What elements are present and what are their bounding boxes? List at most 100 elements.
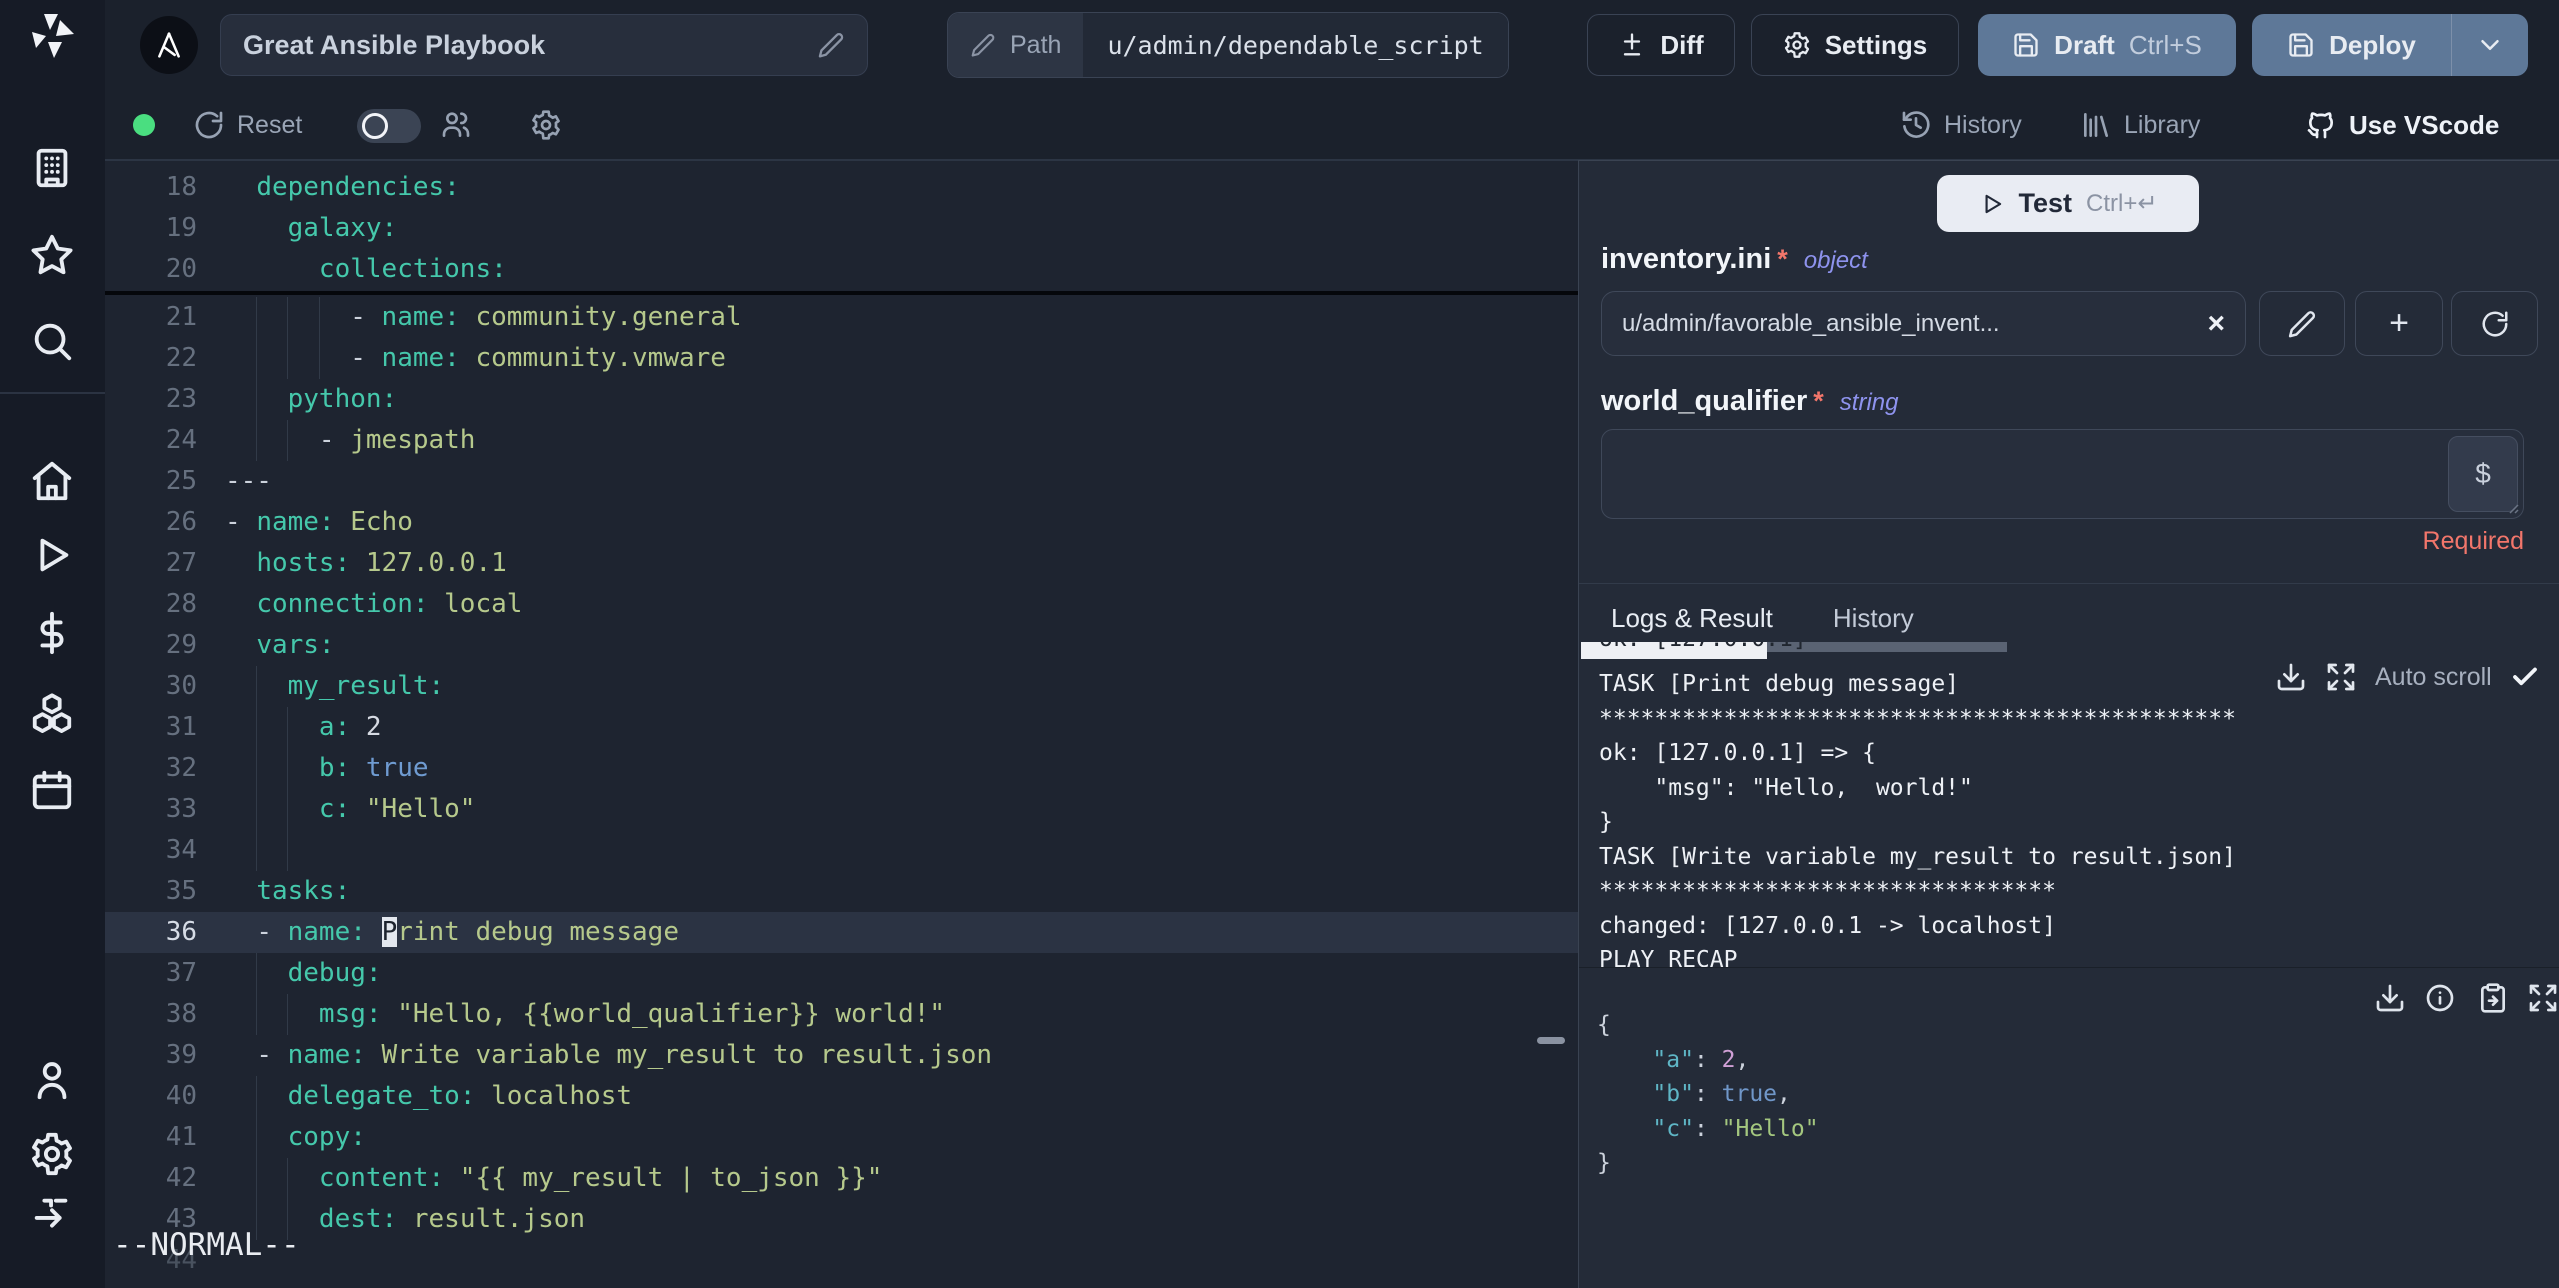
line-number: 28 <box>165 589 197 619</box>
code-line[interactable]: 40 delegate_to: localhost <box>105 1076 1578 1117</box>
sidebar-item-logout[interactable] <box>29 1193 75 1239</box>
code-line[interactable]: 28 connection: local <box>105 584 1578 625</box>
code-line[interactable]: 19 galaxy: <box>105 208 1578 249</box>
download-icon[interactable] <box>2374 982 2406 1014</box>
sidebar-item-resources[interactable] <box>29 690 75 736</box>
sidebar-item-home[interactable] <box>29 458 75 504</box>
draft-shortcut: Ctrl+S <box>2128 29 2202 60</box>
script-title-box[interactable]: Great Ansible Playbook <box>220 14 868 76</box>
sidebar-item-runs[interactable] <box>29 532 75 578</box>
github-icon <box>2307 112 2333 139</box>
line-number: 40 <box>165 1081 197 1111</box>
log-line: } <box>1599 809 1613 835</box>
path-label: Path <box>1010 30 1062 59</box>
path-badge[interactable]: Path u/admin/dependable_script <box>947 12 1509 78</box>
expand-icon[interactable] <box>2325 661 2357 693</box>
history-button[interactable]: History <box>1900 90 2022 160</box>
edit-path-icon[interactable] <box>970 32 996 58</box>
code-line[interactable]: 36 - name: Print debug message <box>105 912 1578 953</box>
cubes-icon <box>32 693 72 733</box>
editor-toolbar: Reset History Library Use VScode <box>105 90 2559 160</box>
diff-button[interactable]: Diff <box>1587 14 1735 76</box>
tab-logs-result[interactable]: Logs & Result <box>1611 595 1773 641</box>
reset-button[interactable]: Reset <box>193 90 302 160</box>
code-line[interactable]: 42 content: "{{ my_result | to_json }}" <box>105 1158 1578 1199</box>
result-json-line: "a": 2, <box>1652 1046 1750 1073</box>
code-line[interactable]: 22 - name: community.vmware <box>105 338 1578 379</box>
code-line[interactable]: 37 debug: <box>105 953 1578 994</box>
code-line[interactable]: 41 copy: <box>105 1117 1578 1158</box>
library-button[interactable]: Library <box>2080 90 2200 160</box>
editor-settings-button[interactable] <box>530 90 562 160</box>
field-label-world-qualifier: world_qualifier * string <box>1601 385 1899 417</box>
code-line[interactable]: 39 - name: Write variable my_result to r… <box>105 1035 1578 1076</box>
code-line[interactable]: 44 <box>105 1240 1578 1281</box>
sidebar-item-search[interactable] <box>29 318 75 364</box>
code-line[interactable]: 21 - name: community.general <box>105 297 1578 338</box>
copy-clipboard-icon[interactable] <box>2477 982 2509 1014</box>
sidebar-item-workspace[interactable] <box>29 145 75 191</box>
code-line[interactable]: 43 dest: result.json <box>105 1199 1578 1240</box>
toggle-switch[interactable] <box>357 109 421 143</box>
sidebar-item-schedules[interactable] <box>29 767 75 813</box>
gear-icon <box>32 1132 72 1176</box>
code-line[interactable]: 38 msg: "Hello, {{world_qualifier}} worl… <box>105 994 1578 1035</box>
download-icon[interactable] <box>2275 661 2307 693</box>
world-qualifier-input[interactable]: $ <box>1601 429 2524 519</box>
code-line[interactable]: 30 my_result: <box>105 666 1578 707</box>
code-line[interactable]: 35 tasks: <box>105 871 1578 912</box>
vim-mode-indicator: --NORMAL-- <box>113 1227 300 1263</box>
logout-icon <box>34 1198 68 1228</box>
code-line[interactable]: 27 hosts: 127.0.0.1 <box>105 543 1578 584</box>
code-line[interactable]: 33 c: "Hello" <box>105 789 1578 830</box>
collaborators-button[interactable] <box>440 90 472 160</box>
line-number: 18 <box>165 172 197 202</box>
line-number: 20 <box>165 254 197 284</box>
code-line[interactable]: 34 <box>105 830 1578 871</box>
expand-icon[interactable] <box>2527 982 2559 1014</box>
code-line[interactable]: 26 - name: Echo <box>105 502 1578 543</box>
sidebar-item-user[interactable] <box>29 1057 75 1103</box>
code-text: content: "{{ my_result | to_json }}" <box>318 1163 883 1193</box>
code-line[interactable]: 32 b: true <box>105 748 1578 789</box>
deploy-button[interactable]: Deploy <box>2252 30 2451 61</box>
test-button[interactable]: Test Ctrl+↵ <box>1937 175 2199 232</box>
line-number: 38 <box>165 999 197 1029</box>
clear-icon[interactable]: × <box>2207 308 2225 339</box>
code-line[interactable]: 31 a: 2 <box>105 707 1578 748</box>
resize-handle[interactable] <box>2505 500 2519 514</box>
line-number: 29 <box>165 630 197 660</box>
code-line[interactable]: 29 vars: <box>105 625 1578 666</box>
add-resource-button[interactable]: + <box>2355 291 2443 356</box>
draft-button[interactable]: Draft Ctrl+S <box>1978 14 2236 76</box>
sidebar-item-favorites[interactable] <box>29 232 75 278</box>
refresh-icon <box>2482 311 2507 336</box>
sidebar-item-settings[interactable] <box>29 1131 75 1177</box>
code-text: connection: local <box>256 589 523 619</box>
code-line[interactable]: 24 - jmespath <box>105 420 1578 461</box>
settings-button[interactable]: Settings <box>1751 14 1959 76</box>
deploy-dropdown-button[interactable] <box>2452 14 2528 76</box>
edit-title-icon[interactable] <box>817 31 845 59</box>
inventory-resource-input[interactable]: u/admin/favorable_ansible_invent... × <box>1601 291 2246 356</box>
code-text: - name: Write variable my_result to resu… <box>256 1040 993 1070</box>
editor-scrollbar-marker[interactable] <box>1537 1037 1565 1044</box>
code-line[interactable]: 23 python: <box>105 379 1578 420</box>
sidebar-item-variables[interactable] <box>29 610 75 656</box>
edit-resource-button[interactable] <box>2259 291 2345 356</box>
code-line[interactable]: 25 --- <box>105 461 1578 502</box>
windmill-logo-icon[interactable] <box>20 8 84 72</box>
line-number: 27 <box>165 548 197 578</box>
code-line[interactable]: 18 dependencies: <box>105 167 1578 208</box>
result-json-line: } <box>1597 1150 1611 1176</box>
refresh-resource-button[interactable] <box>2451 291 2538 356</box>
check-icon[interactable] <box>2510 662 2540 692</box>
autoscroll-label[interactable]: Auto scroll <box>2375 663 2492 692</box>
use-vscode-button[interactable]: Use VScode <box>2305 90 2499 160</box>
tab-history[interactable]: History <box>1833 595 1914 641</box>
path-label-segment: Path <box>948 13 1084 77</box>
info-icon[interactable] <box>2424 982 2456 1014</box>
logs-pane[interactable]: TASK [Print debug message] **************… <box>1579 659 2559 967</box>
code-line[interactable]: 20 collections: <box>105 249 1578 290</box>
code-editor[interactable]: 18 dependencies: 19 galaxy: 20 collections… <box>105 160 1578 1288</box>
